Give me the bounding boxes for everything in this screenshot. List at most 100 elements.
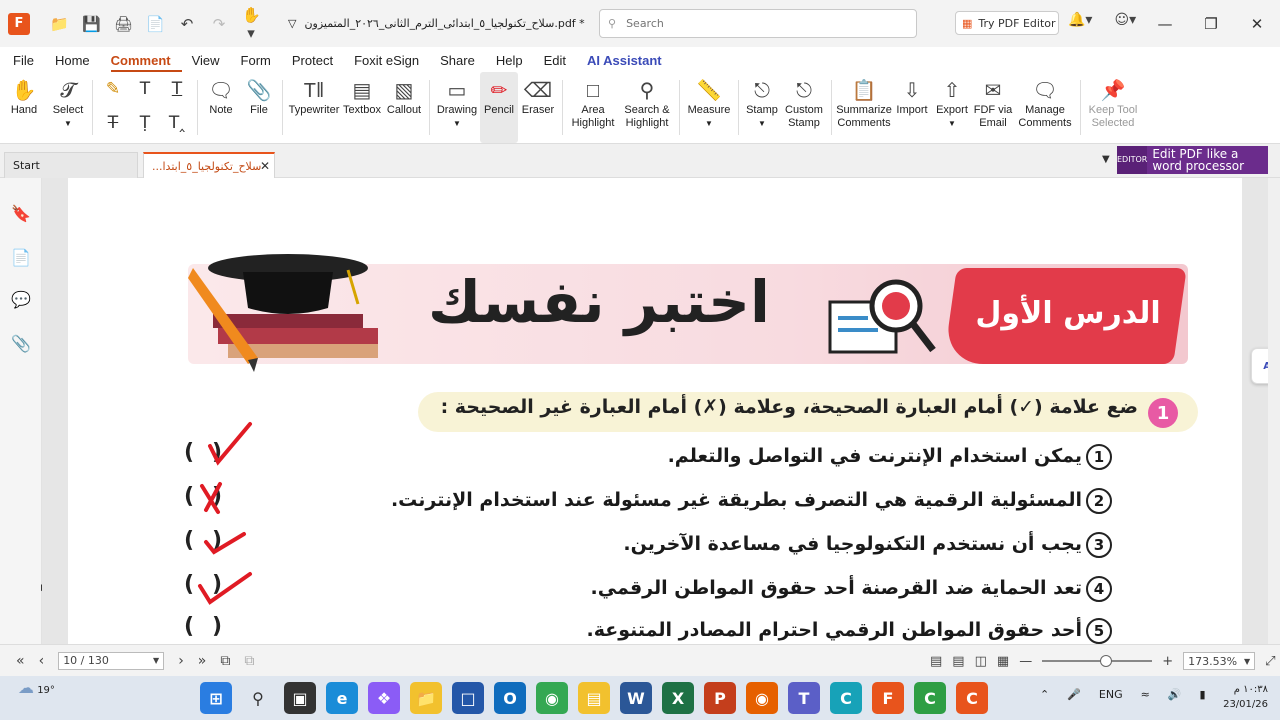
word-icon[interactable]: W	[620, 682, 652, 714]
notes-icon[interactable]: ▤	[578, 682, 610, 714]
tab-list-chevron-icon[interactable]: ▼	[1102, 154, 1110, 165]
check-mark-annotation[interactable]	[198, 418, 258, 468]
continuous-icon[interactable]: ▤	[952, 654, 964, 669]
tab-document[interactable]: سلاح_تكنولجيا_٥_ابتدا... ✕	[143, 152, 275, 178]
continuous-facing-icon[interactable]: ▦	[997, 654, 1009, 669]
search-taskbar-icon[interactable]: ⚲	[242, 682, 274, 714]
typewriter-button[interactable]: T‖ Typewriter	[287, 72, 341, 143]
copilot-icon[interactable]: ❖	[368, 682, 400, 714]
excel-icon[interactable]: X	[662, 682, 694, 714]
hand-tool-button[interactable]: ✋ Hand	[0, 72, 48, 143]
firefox-icon[interactable]: ◉	[746, 682, 778, 714]
check-mark-annotation[interactable]	[200, 526, 250, 556]
note-button[interactable]: 🗨 Note	[202, 72, 240, 143]
fdf-email-button[interactable]: ✉ FDF via Email	[972, 72, 1014, 143]
search-box[interactable]: ⚲	[599, 9, 917, 38]
pdf-page[interactable]: اختبر نفسك الدرس الأول ضع علامة (✓) أمام…	[68, 178, 1242, 644]
insert-text-icon[interactable]: T‸	[169, 113, 185, 133]
callout-button[interactable]: ▧ Callout	[383, 72, 425, 143]
volume-icon[interactable]: 🔊	[1168, 688, 1182, 701]
textbox-button[interactable]: ▤ Textbox	[341, 72, 383, 143]
select-tool-button[interactable]: 𝓣 Select ▼	[48, 72, 88, 143]
windows-start-icon[interactable]: ⊞	[200, 682, 232, 714]
redo-icon[interactable]: ↷	[210, 15, 228, 33]
underline-text-icon[interactable]: T	[172, 79, 182, 99]
first-page-icon[interactable]: «	[16, 653, 25, 669]
fullscreen-icon[interactable]: ⤢	[1265, 654, 1275, 669]
edit-pdf-promo-banner[interactable]: EDITOR Edit PDF like a word processor	[1117, 146, 1268, 174]
previous-page-icon[interactable]: ‹	[39, 653, 45, 669]
powerpoint-icon[interactable]: P	[704, 682, 736, 714]
single-page-icon[interactable]: ▤	[930, 654, 942, 669]
highlight-icon[interactable]: ✎	[106, 79, 120, 99]
attachment-icon[interactable]: 📎	[11, 334, 31, 354]
restore-icon[interactable]: ❐	[1188, 0, 1234, 47]
zoom-slider[interactable]	[1042, 655, 1153, 667]
summarize-comments-button[interactable]: 📋 Summarize Comments	[836, 72, 892, 143]
try-pdf-editor-button[interactable]: ▦ Try PDF Editor	[955, 11, 1059, 35]
cross-mark-annotation[interactable]	[194, 480, 234, 516]
document-viewport[interactable]: اختبر نفسك الدرس الأول ضع علامة (✓) أمام…	[42, 178, 1268, 644]
pages-icon[interactable]: 📄	[11, 248, 31, 268]
task-view-icon[interactable]: ▣	[284, 682, 316, 714]
eraser-button[interactable]: ⌫ Eraser	[518, 72, 558, 143]
chevron-down-icon[interactable]: ▽	[288, 17, 296, 30]
strikeout-icon[interactable]: T	[108, 113, 118, 133]
menu-foxit-esign[interactable]: Foxit eSign	[354, 53, 430, 72]
export-button[interactable]: ⇧ Export ▼	[932, 72, 972, 143]
minimize-icon[interactable]: —	[1142, 0, 1188, 47]
file-attach-button[interactable]: 📎 File	[240, 72, 278, 143]
menu-file[interactable]: File	[13, 53, 45, 72]
bell-icon[interactable]: 🔔▾	[1068, 12, 1092, 28]
language-indicator[interactable]: ENG	[1099, 688, 1123, 701]
stamp-button[interactable]: ⎋ Stamp ▼	[743, 72, 781, 143]
import-button[interactable]: ⇩ Import	[892, 72, 932, 143]
file-explorer-icon[interactable]: 📁	[410, 682, 442, 714]
tray-chevron-icon[interactable]: ⌃	[1040, 688, 1049, 701]
drawing-button[interactable]: ▭ Drawing ▼	[434, 72, 480, 143]
weather-widget[interactable]: ☁ 19°	[18, 680, 55, 697]
teams-icon[interactable]: T	[788, 682, 820, 714]
search-input[interactable]	[626, 17, 897, 30]
menu-home[interactable]: Home	[55, 53, 101, 72]
zoom-out-icon[interactable]: —	[1019, 654, 1032, 669]
chrome-icon[interactable]: ◉	[536, 682, 568, 714]
right-panel-collapsed[interactable]	[1268, 178, 1280, 644]
keep-tool-selected-button[interactable]: 📌 Keep Tool Selected	[1085, 72, 1141, 143]
battery-icon[interactable]: ▮	[1200, 688, 1206, 701]
foxit-taskbar-icon[interactable]: F	[872, 682, 904, 714]
wifi-icon[interactable]: ≈	[1141, 688, 1150, 701]
menu-edit[interactable]: Edit	[544, 53, 577, 72]
manage-comments-button[interactable]: 🗨 Manage Comments	[1014, 72, 1076, 143]
zoom-in-icon[interactable]: +	[1162, 654, 1173, 669]
replace-text-icon[interactable]: Ṭ	[140, 113, 150, 133]
bookmark-icon[interactable]: 🔖	[11, 204, 31, 224]
menu-comment[interactable]: Comment	[110, 53, 182, 72]
menu-share[interactable]: Share	[440, 53, 486, 72]
tab-start[interactable]: Start	[4, 152, 138, 178]
menu-protect[interactable]: Protect	[292, 53, 344, 72]
zoom-slider-knob[interactable]	[1099, 655, 1112, 667]
comments-panel-icon[interactable]: 💬	[11, 290, 31, 310]
text-icon[interactable]: T	[140, 79, 150, 99]
zoom-field[interactable]: 173.53% ▼	[1183, 652, 1256, 670]
custom-stamp-button[interactable]: ⎋ Custom Stamp	[781, 72, 827, 143]
hand-dropdown-icon[interactable]: ✋▾	[242, 6, 261, 42]
pencil-button[interactable]: ✏ Pencil	[480, 72, 518, 143]
foxit-logo-icon[interactable]: F	[8, 12, 30, 35]
undo-icon[interactable]: ↶	[178, 15, 196, 33]
close-icon[interactable]: ✕	[1234, 0, 1280, 47]
extract-page-icon[interactable]: ⧉	[220, 653, 230, 669]
edge-icon[interactable]: e	[326, 682, 358, 714]
menu-form[interactable]: Form	[241, 53, 282, 72]
area-highlight-button[interactable]: □ Area Highlight	[567, 72, 619, 143]
app-icon[interactable]: C	[830, 682, 862, 714]
menu-help[interactable]: Help	[496, 53, 534, 72]
tab-close-icon[interactable]: ✕	[260, 159, 270, 173]
last-page-icon[interactable]: »	[198, 653, 207, 669]
foxit-editor-icon[interactable]: C	[914, 682, 946, 714]
store-icon[interactable]: □	[452, 682, 484, 714]
new-doc-icon[interactable]: 📄	[146, 15, 165, 33]
print-icon[interactable]: 🖨	[114, 15, 133, 33]
open-folder-icon[interactable]: 📁	[50, 15, 69, 33]
